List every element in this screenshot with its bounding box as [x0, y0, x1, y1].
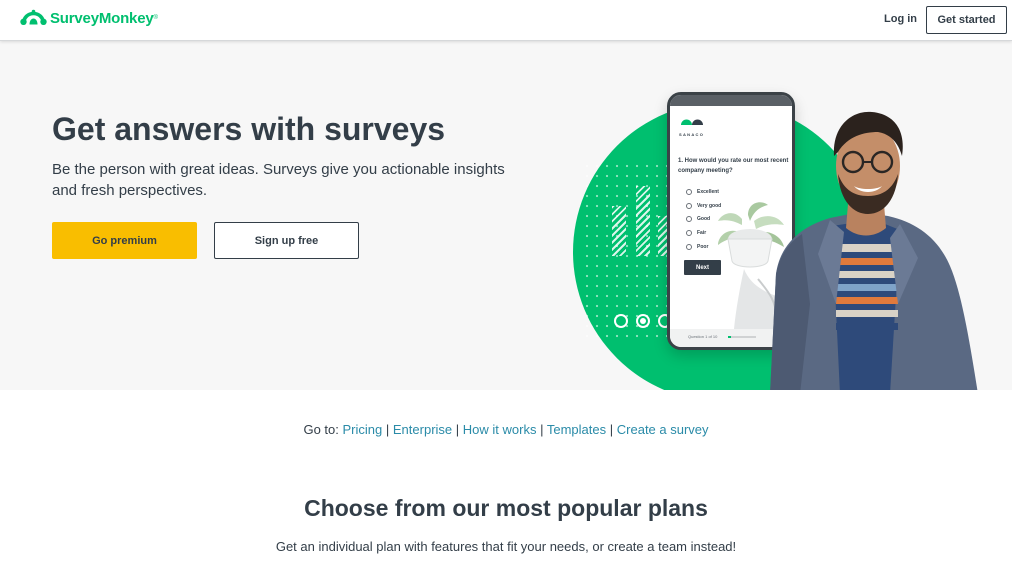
link-separator: | [609, 422, 614, 437]
plans-subtitle: Get an individual plan with features tha… [275, 539, 737, 554]
templates-link[interactable]: Templates [547, 422, 606, 437]
survey-option-label: Fair [697, 229, 707, 236]
decorative-ring [614, 314, 628, 328]
sign-up-free-button[interactable]: Sign up free [214, 222, 359, 259]
create-survey-link[interactable]: Create a survey [617, 422, 709, 437]
enterprise-link[interactable]: Enterprise [393, 422, 452, 437]
goto-prefix: Go to: [303, 422, 339, 437]
sanaco-brand: SANACO [679, 132, 705, 137]
question-counter: Question 1 of 10 [688, 334, 718, 339]
plans-title: Choose from our most popular plans [304, 495, 708, 521]
hero-title: Get answers with surveys [52, 111, 446, 147]
sanaco-logo-icon [681, 119, 703, 125]
logo-trademark: ® [153, 15, 158, 21]
survey-option-label: Poor [697, 243, 709, 250]
hero-subtitle: Be the person with great ideas. Surveys … [52, 161, 505, 199]
surveymonkey-logo-icon [20, 9, 47, 25]
radio-circle-icon [686, 229, 692, 236]
top-nav: SurveyMonkey ® Log in Get started [0, 0, 1012, 41]
decorative-bar [636, 186, 650, 256]
decorative-radio-row [614, 314, 672, 328]
radio-circle-icon [686, 202, 692, 209]
radio-circle-icon [686, 188, 692, 195]
survey-progress-fill [728, 336, 731, 338]
survey-option-label: Good [697, 216, 711, 223]
smiling-man-photo [770, 111, 978, 390]
how-it-works-link[interactable]: How it works [463, 422, 537, 437]
get-started-button[interactable]: Get started [926, 6, 1007, 34]
goto-links: Go to: Pricing | Enterprise | How it wor… [0, 422, 1012, 437]
link-separator: | [385, 422, 390, 437]
login-link[interactable]: Log in [884, 13, 917, 25]
decorative-bar [612, 206, 626, 256]
link-separator: | [540, 422, 544, 437]
link-separator: | [455, 422, 460, 437]
decorative-ring-filled [636, 314, 650, 328]
logo-wordmark: SurveyMonkey [50, 9, 154, 27]
go-premium-button[interactable]: Go premium [52, 222, 197, 259]
radio-circle-icon [686, 243, 692, 250]
survey-option-label: Excellent [697, 188, 719, 195]
survey-next-button: Next [684, 260, 721, 275]
hero-section: Get answers with surveys Be the person w… [0, 41, 1012, 390]
pricing-link[interactable]: Pricing [343, 422, 383, 437]
surveymonkey-logo[interactable]: SurveyMonkey ® [20, 9, 158, 27]
radio-circle-icon [686, 216, 692, 223]
survey-option: Excellent [686, 185, 721, 199]
